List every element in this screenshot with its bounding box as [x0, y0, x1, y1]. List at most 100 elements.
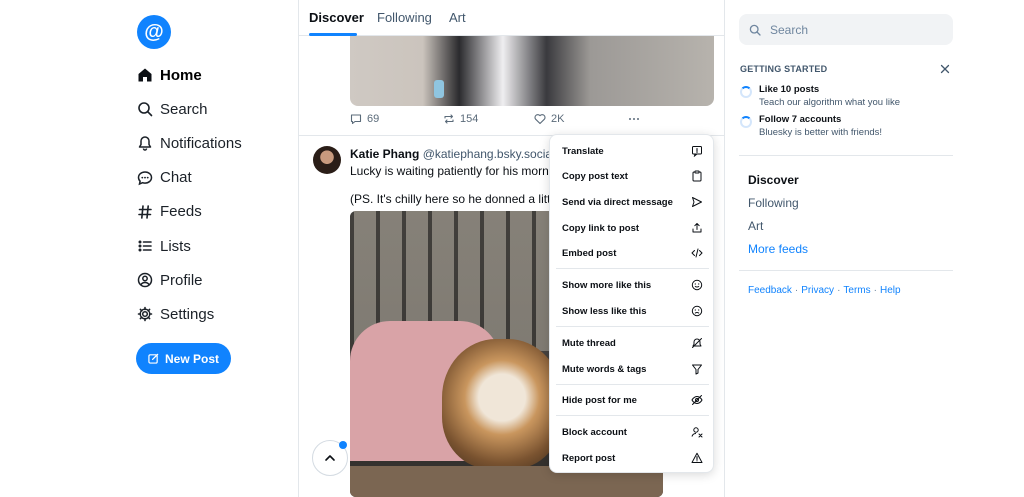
- logo-glyph: @: [144, 20, 164, 43]
- help-link[interactable]: Help: [880, 285, 901, 296]
- tab-following[interactable]: Following: [377, 10, 432, 25]
- sidebar-item-lists[interactable]: Lists: [137, 229, 242, 263]
- footer-separator: ·: [873, 285, 877, 296]
- section-divider: [739, 270, 953, 271]
- new-posts-indicator: [339, 441, 347, 449]
- progress-ring-icon: [740, 86, 752, 98]
- getting-started-title: GETTING STARTED: [740, 64, 828, 74]
- heart-icon: [534, 114, 546, 125]
- task-subtitle: Bluesky is better with friends!: [759, 127, 883, 138]
- menu-divider: [556, 384, 709, 385]
- more-options-button[interactable]: [628, 113, 645, 125]
- progress-ring-icon: [740, 116, 752, 128]
- repost-icon: [444, 114, 454, 124]
- reply-count: 69: [367, 113, 380, 125]
- eye-off-icon: [691, 395, 703, 405]
- list-icon: [138, 240, 152, 252]
- new-post-button[interactable]: New Post: [136, 343, 231, 374]
- sidebar-item-notifications[interactable]: Notifications: [137, 126, 242, 160]
- gear-icon: [137, 307, 153, 322]
- menu-item-translate[interactable]: Translate: [550, 139, 713, 163]
- menu-divider: [556, 326, 709, 327]
- sidebar-item-profile[interactable]: Profile: [137, 263, 242, 297]
- menu-item-mute-words[interactable]: Mute words & tags: [550, 357, 713, 381]
- clipboard-icon: [692, 170, 702, 182]
- block-user-icon: [691, 427, 703, 438]
- menu-item-label: Send via direct message: [562, 196, 673, 208]
- terms-link[interactable]: Terms: [843, 285, 870, 296]
- sidebar-item-home[interactable]: Home: [137, 58, 242, 92]
- tab-discover[interactable]: Discover: [309, 10, 364, 25]
- search-input[interactable]: [768, 21, 938, 38]
- menu-item-embed[interactable]: Embed post: [550, 241, 713, 265]
- close-icon[interactable]: [939, 63, 951, 75]
- sidebar-item-label: Settings: [160, 305, 215, 323]
- avatar[interactable]: [313, 146, 341, 174]
- bell-icon: [138, 136, 152, 152]
- filter-icon: [692, 364, 702, 375]
- menu-item-label: Show more like this: [562, 279, 652, 291]
- footer-separator: ·: [837, 285, 841, 296]
- privacy-link[interactable]: Privacy: [801, 285, 834, 296]
- reply-icon: [350, 114, 362, 125]
- menu-item-show-less[interactable]: Show less like this: [550, 299, 713, 323]
- tab-art[interactable]: Art: [449, 10, 466, 25]
- sidebar-item-label: Lists: [160, 237, 191, 255]
- like-button[interactable]: 2K: [534, 113, 564, 125]
- smile-icon: [691, 279, 703, 291]
- home-icon: [138, 68, 152, 82]
- ellipsis-icon: [629, 118, 639, 120]
- menu-item-block-account[interactable]: Block account: [550, 420, 713, 444]
- warning-icon: [691, 452, 703, 463]
- menu-item-report-post[interactable]: Report post: [550, 446, 713, 470]
- post-text-line: (PS. It's chilly here so he donned a lit…: [350, 192, 566, 206]
- feed-tabs: Discover Following Art: [299, 0, 724, 36]
- menu-item-mute-thread[interactable]: Mute thread: [550, 331, 713, 355]
- menu-item-label: Show less like this: [562, 305, 647, 317]
- menu-item-show-more[interactable]: Show more like this: [550, 273, 713, 297]
- sidebar-item-search[interactable]: Search: [137, 92, 242, 126]
- sidebar-item-label: Feeds: [160, 203, 202, 221]
- compose-icon: [148, 353, 159, 364]
- menu-item-label: Translate: [562, 145, 604, 157]
- sidebar-item-feeds[interactable]: Feeds: [137, 195, 242, 229]
- post-actions: 69 154 2K: [350, 113, 650, 129]
- profile-icon: [137, 272, 153, 288]
- feedback-link[interactable]: Feedback: [748, 285, 792, 296]
- more-feeds-link[interactable]: More feeds: [748, 242, 808, 256]
- menu-item-label: Block account: [562, 426, 627, 438]
- menu-item-copy-link[interactable]: Copy link to post: [550, 216, 713, 240]
- menu-item-hide-post[interactable]: Hide post for me: [550, 388, 713, 412]
- search-icon: [138, 102, 153, 117]
- sidebar-item-chat[interactable]: Chat: [137, 161, 242, 195]
- feed-link-art[interactable]: Art: [748, 219, 763, 233]
- mute-icon: [692, 338, 702, 348]
- repost-count: 154: [460, 113, 479, 125]
- reply-button[interactable]: 69: [350, 113, 379, 125]
- menu-item-label: Report post: [562, 452, 616, 464]
- post-image[interactable]: [350, 36, 714, 106]
- frown-icon: [691, 305, 703, 317]
- pendant-detail: [434, 80, 444, 98]
- feed-link-following[interactable]: Following: [748, 196, 799, 210]
- sidebar-item-settings[interactable]: Settings: [137, 297, 242, 331]
- post-author[interactable]: Katie Phang @katiephang.bsky.social · 3: [350, 147, 572, 161]
- menu-item-send-dm[interactable]: Send via direct message: [550, 190, 713, 214]
- sidebar-item-label: Profile: [160, 271, 203, 289]
- task-title: Follow 7 accounts: [759, 114, 842, 125]
- sidebar-item-label: Chat: [160, 169, 192, 187]
- footer-separator: ·: [794, 285, 799, 296]
- menu-item-label: Copy link to post: [562, 222, 640, 234]
- share-icon: [692, 223, 702, 233]
- sidebar-item-label: Notifications: [160, 134, 242, 152]
- search-icon: [749, 24, 761, 36]
- chevron-up-icon: [325, 455, 335, 461]
- translate-icon: [692, 146, 702, 157]
- app-logo[interactable]: @: [137, 15, 171, 49]
- search-bar: [739, 14, 953, 45]
- post-text-line: Lucky is waiting patiently for his morni…: [350, 164, 565, 178]
- feed-link-discover[interactable]: Discover: [748, 173, 799, 187]
- footer-links: Feedback · Privacy · Terms · Help: [748, 285, 901, 296]
- repost-button[interactable]: 154: [443, 113, 478, 125]
- menu-item-copy-text[interactable]: Copy post text: [550, 164, 713, 188]
